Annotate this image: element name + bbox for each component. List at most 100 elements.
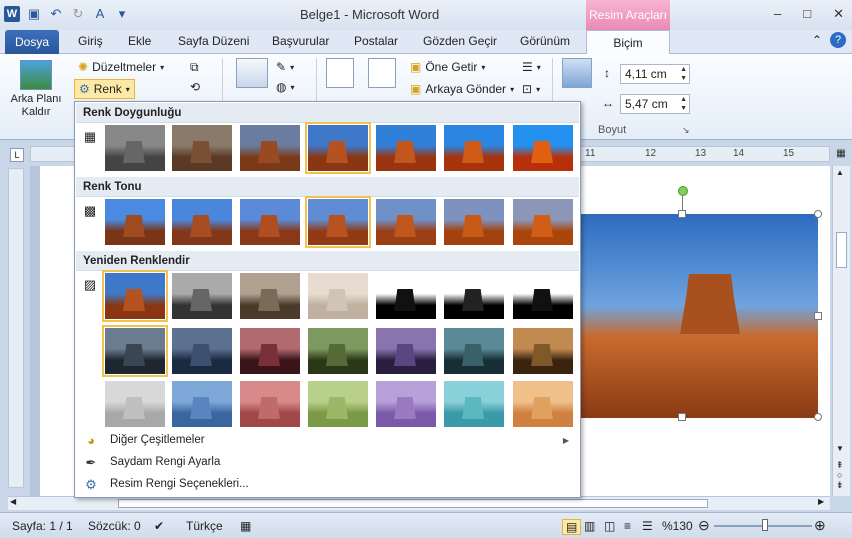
help-icon[interactable]: ? [830,32,846,48]
zoom-in-icon[interactable]: ⊕ [814,517,826,534]
resize-handle-right[interactable] [814,312,822,320]
picture-styles-icon[interactable] [236,58,268,88]
outline-view-icon[interactable]: ≡ [624,519,631,533]
send-backward-button[interactable]: ▣ Arkaya Gönder ▾ [410,82,514,96]
recolor-thumbnail[interactable] [308,328,368,374]
height-field[interactable]: 4,11 cm ▲ ▼ [620,64,690,84]
corrections-button[interactable]: ✺ Düzeltmeler ▾ [78,60,164,74]
saturation-thumbnail[interactable] [240,125,300,171]
height-spinner-icon[interactable]: ▲ ▼ [680,65,687,83]
recolor-thumbnail[interactable] [444,381,504,427]
customize-qat-icon[interactable]: ▾ [114,6,130,22]
selected-picture[interactable] [580,214,818,418]
saturation-thumbnail[interactable] [376,125,436,171]
wrap-text-icon[interactable] [368,58,396,88]
zoom-slider-thumb[interactable] [762,519,768,531]
recolor-thumbnail[interactable] [513,273,573,319]
crop-icon[interactable] [562,58,592,88]
recolor-thumbnail[interactable] [513,328,573,374]
macro-record-icon[interactable]: ▦ [240,519,251,533]
rotation-handle[interactable] [678,186,688,196]
resize-handle-bottom-right[interactable] [814,413,822,421]
tab-bicim[interactable]: Biçim [586,30,670,55]
browse-object-icon[interactable]: ○ [837,470,842,480]
color-button[interactable]: ⚙ Renk ▾ [74,79,135,99]
size-dialog-launcher-icon[interactable]: ↘ [682,125,690,136]
recolor-thumbnail[interactable] [308,273,368,319]
status-page[interactable]: Sayfa: 1 / 1 [12,519,73,533]
remove-background-button[interactable]: Arka Planı Kaldır [8,60,64,119]
set-transparent-color-item[interactable]: ✒ Saydam Rengi Ayarla [76,452,579,473]
recolor-thumbnail[interactable] [376,328,436,374]
recolor-thumbnail[interactable] [308,381,368,427]
status-words[interactable]: Sözcük: 0 [88,519,141,533]
tone-thumbnail[interactable] [305,196,371,248]
tone-thumbnail[interactable] [376,199,436,245]
save-icon[interactable]: ▣ [26,6,42,22]
picture-border-icon[interactable]: ✎ ▾ [276,60,294,74]
saturation-thumbnail[interactable] [444,125,504,171]
full-screen-view-icon[interactable]: ▥ [584,519,595,533]
recolor-thumbnail[interactable] [513,381,573,427]
saturation-thumbnail[interactable] [105,125,165,171]
tab-ekle[interactable]: Ekle [128,34,151,48]
tone-thumbnail[interactable] [240,199,300,245]
status-language[interactable]: Türkçe [186,519,223,533]
zoom-level[interactable]: %130 [662,519,693,533]
change-picture-icon[interactable]: ⟲ [190,80,200,94]
recolor-thumbnail[interactable] [240,381,300,427]
web-layout-view-icon[interactable]: ◫ [604,519,615,533]
position-icon[interactable] [326,58,354,88]
saturation-thumbnail[interactable] [172,125,232,171]
tone-thumbnail[interactable] [444,199,504,245]
vertical-ruler[interactable] [8,168,24,488]
compress-pictures-icon[interactable]: ⧉ [190,60,199,75]
recolor-thumbnail[interactable] [102,325,168,377]
print-layout-view-icon[interactable]: ▤ [562,519,582,535]
saturation-thumbnail[interactable] [513,125,573,171]
text-style-icon[interactable]: A [92,6,108,22]
close-icon[interactable]: ✕ [833,6,844,22]
width-spinner-icon[interactable]: ▲ ▼ [680,95,687,113]
tab-selector-icon[interactable]: L [10,148,24,162]
tab-sayfa-duzeni[interactable]: Sayfa Düzeni [178,34,249,48]
vertical-scroll-thumb[interactable] [836,232,847,268]
recolor-thumbnail[interactable] [444,328,504,374]
draft-view-icon[interactable]: ☰ [642,519,653,533]
resize-handle-top-right[interactable] [814,210,822,218]
recolor-thumbnail[interactable] [240,328,300,374]
scroll-left-icon[interactable]: ◀ [10,497,16,506]
scroll-up-icon[interactable]: ▲ [836,168,844,177]
recolor-thumbnail[interactable] [172,273,232,319]
tone-thumbnail[interactable] [513,199,573,245]
tab-giris[interactable]: Giriş [78,34,103,48]
tab-postalar[interactable]: Postalar [354,34,398,48]
recolor-thumbnail[interactable] [376,381,436,427]
view-ruler-icon[interactable]: ▦ [834,148,848,162]
align-icon[interactable]: ☰ ▾ [522,60,541,74]
resize-handle-bottom[interactable] [678,413,686,421]
redo-icon[interactable]: ↻ [70,6,86,22]
recolor-thumbnail[interactable] [172,381,232,427]
scroll-down-icon[interactable]: ▼ [836,444,844,453]
recolor-thumbnail[interactable] [105,381,165,427]
horizontal-scroll-thumb[interactable] [118,499,708,508]
minimize-ribbon-icon[interactable]: ⌃ [812,33,822,47]
maximize-icon[interactable]: □ [803,6,811,22]
recolor-thumbnail[interactable] [172,328,232,374]
recolor-thumbnail[interactable] [376,273,436,319]
recolor-thumbnail[interactable] [240,273,300,319]
tab-gorunum[interactable]: Görünüm [520,34,570,48]
minimize-icon[interactable]: – [774,6,781,22]
tone-thumbnail[interactable] [172,199,232,245]
tab-basvurular[interactable]: Başvurular [272,34,329,48]
undo-icon[interactable]: ↶ [48,6,64,22]
recolor-thumbnail[interactable] [444,273,504,319]
more-variations-item[interactable]: ◕ Diğer Çeşitlemeler ▶ [76,430,579,451]
word-logo-icon[interactable]: W [4,6,20,22]
picture-color-options-item[interactable]: ⚙ Resim Rengi Seçenekleri... [76,474,579,495]
tone-thumbnail[interactable] [105,199,165,245]
picture-effects-icon[interactable]: ◍ ▾ [276,80,295,94]
scroll-right-icon[interactable]: ▶ [818,497,824,506]
width-field[interactable]: 5,47 cm ▲ ▼ [620,94,690,114]
